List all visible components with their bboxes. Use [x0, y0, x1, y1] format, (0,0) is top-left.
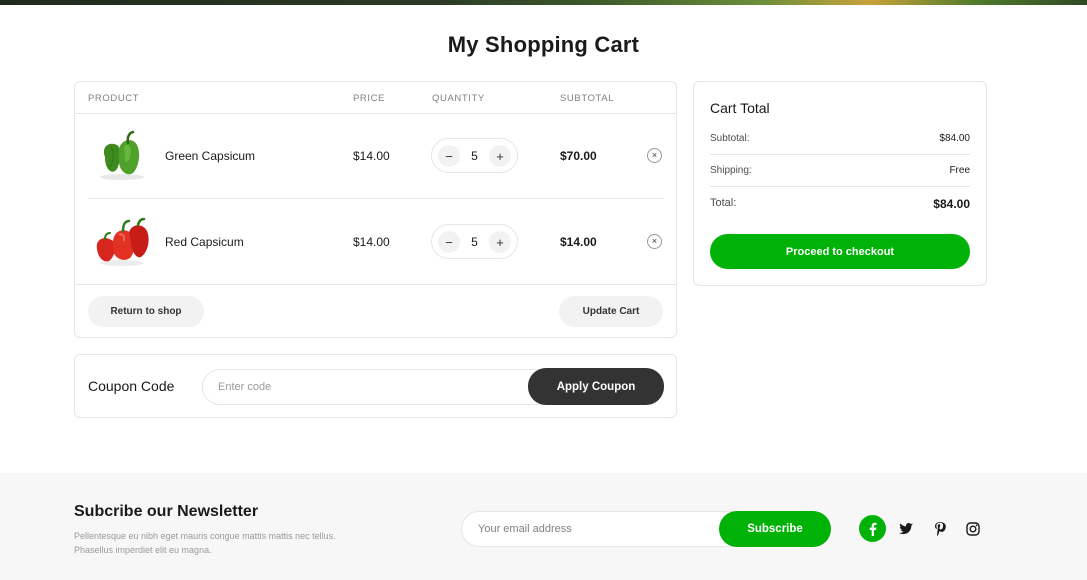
subscribe-button[interactable]: Subscribe	[719, 511, 831, 547]
product-price: $14.00	[353, 149, 390, 163]
shipping-value: Free	[949, 165, 970, 176]
product-subtotal: $14.00	[560, 235, 597, 249]
newsletter-footer: Subcribe our Newsletter Pellentesque eu …	[0, 473, 1087, 580]
shipping-label: Shipping:	[710, 165, 752, 176]
shipping-row: Shipping: Free	[710, 165, 970, 197]
total-divider	[710, 186, 970, 187]
pinterest-icon[interactable]	[926, 515, 953, 542]
email-placeholder: Your email address	[478, 523, 572, 535]
increase-quantity-button[interactable]: +	[489, 231, 511, 253]
remove-item-button[interactable]: ×	[647, 234, 662, 249]
page-title: My Shopping Cart	[447, 32, 640, 57]
product-name: Green Capsicum	[165, 149, 256, 163]
remove-item-button[interactable]: ×	[647, 148, 662, 163]
coupon-placeholder: Enter code	[218, 381, 272, 393]
total-row: Total: $84.00	[710, 197, 970, 229]
return-to-shop-button[interactable]: Return to shop	[88, 296, 204, 327]
increase-quantity-button[interactable]: +	[489, 145, 511, 167]
twitter-icon[interactable]	[892, 515, 919, 542]
product-subtotal: $70.00	[560, 149, 597, 163]
hero-banner-strip	[0, 0, 1087, 5]
cart-total-panel: Cart Total Subtotal: $84.00 Shipping: Fr…	[693, 81, 987, 286]
subtotal-value: $84.00	[939, 133, 970, 144]
green-capsicum-image	[91, 127, 153, 183]
newsletter-title: Subcribe our Newsletter	[74, 503, 259, 520]
quantity-stepper: − 5 +	[431, 224, 518, 259]
update-cart-button[interactable]: Update Cart	[559, 296, 663, 327]
red-capsicum-image	[91, 213, 153, 269]
header-subtotal: SUBTOTAL	[560, 93, 615, 104]
subtotal-label: Subtotal:	[710, 133, 750, 144]
cart-row: Red Capsicum $14.00 − 5 + $14.00 ×	[75, 199, 676, 285]
row-divider	[75, 284, 676, 285]
cart-table: PRODUCT PRICE QUANTITY SUBTOTAL Green Ca…	[74, 81, 677, 338]
header-price: PRICE	[353, 93, 386, 104]
facebook-icon[interactable]	[859, 515, 886, 542]
product-name: Red Capsicum	[165, 235, 244, 249]
header-product: PRODUCT	[88, 93, 140, 104]
total-label: Total:	[710, 197, 737, 209]
coupon-label: Coupon Code	[88, 378, 175, 394]
total-value: $84.00	[933, 197, 970, 211]
proceed-to-checkout-button[interactable]: Proceed to checkout	[710, 234, 970, 269]
product-price: $14.00	[353, 235, 390, 249]
instagram-icon[interactable]	[959, 515, 986, 542]
newsletter-description: Pellentesque eu nibh eget mauris congue …	[74, 531, 336, 555]
header-quantity: QUANTITY	[432, 93, 485, 104]
coupon-panel: Coupon Code Enter code Apply Coupon	[74, 354, 677, 418]
cart-total-title: Cart Total	[710, 100, 770, 116]
subtotal-row: Subtotal: $84.00	[710, 133, 970, 165]
total-divider	[710, 154, 970, 155]
apply-coupon-button[interactable]: Apply Coupon	[528, 368, 664, 405]
cart-row: Green Capsicum $14.00 − 5 + $70.00 ×	[75, 113, 676, 199]
quantity-stepper: − 5 +	[431, 138, 518, 173]
